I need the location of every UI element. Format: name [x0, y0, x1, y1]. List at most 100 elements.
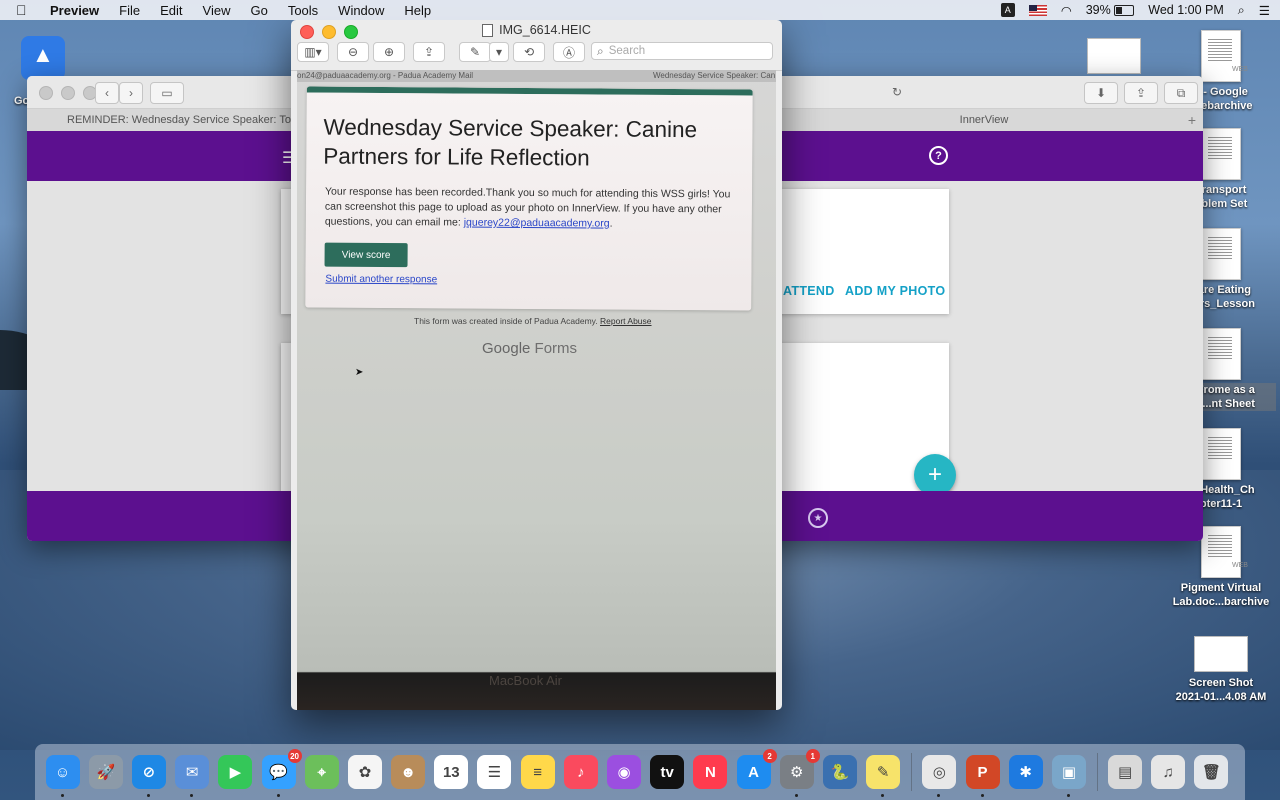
attend-link[interactable]: ATTEND [783, 284, 835, 298]
dock-launchpad-icon[interactable]: 🚀 [88, 755, 123, 789]
battery-status[interactable]: 39% [1086, 3, 1135, 17]
dock-system-preferences-icon[interactable]: ⚙ 1 [779, 749, 820, 797]
dock-messages-icon[interactable]: 💬 20 [261, 749, 302, 797]
star-icon[interactable]: ★ [808, 508, 828, 528]
menu-view[interactable]: View [203, 3, 231, 18]
dock-contacts-icon[interactable]: ☻ [391, 755, 426, 789]
dock-app-store-icon[interactable]: A2 [736, 749, 777, 789]
photo-browser-tabs: on24@paduaacademy.org - Padua Academy Ma… [297, 70, 776, 82]
annotate-button[interactable]: Ⓐ [553, 42, 585, 62]
document-icon [1201, 228, 1241, 280]
dock-app-glyph: 13 [442, 763, 460, 781]
photo-mouse-cursor-icon: ➤ [355, 367, 364, 378]
tabs-overview-button[interactable]: ⧉ [1164, 82, 1198, 104]
dock-preview-icon[interactable]: ▣ [1051, 755, 1086, 797]
dock-reminders-icon[interactable]: ☰ [477, 755, 512, 789]
desktop-file-screenshot[interactable]: Screen Shot 2021-01...4.08 AM [1166, 636, 1276, 704]
dock-podcasts-icon[interactable]: ◉ [607, 755, 642, 789]
add-my-photo-link[interactable]: ADD MY PHOTO [845, 284, 945, 298]
close-button[interactable] [300, 25, 314, 39]
menu-window[interactable]: Window [338, 3, 384, 18]
reload-icon[interactable]: ↻ [782, 82, 902, 102]
sidebar-view-button[interactable]: ▥▾ [297, 42, 329, 62]
share-button[interactable]: ⇪ [413, 42, 445, 62]
dock-app-glyph: ♫ [1162, 763, 1174, 781]
notification-badge: 20 [287, 749, 302, 763]
google-forms-logo: Google Forms [482, 340, 577, 357]
close-button[interactable] [39, 86, 53, 100]
notification-badge: 2 [762, 749, 777, 763]
webarchive-icon: WEB [1201, 526, 1248, 578]
window-controls [39, 86, 97, 100]
minimize-button[interactable] [61, 86, 75, 100]
google-drive-icon[interactable] [21, 36, 65, 80]
dock-calendar-icon[interactable]: 13 [434, 755, 469, 789]
menu-app-name[interactable]: Preview [50, 3, 99, 18]
accessibility-icon[interactable]: A [1000, 3, 1015, 17]
dock-app-glyph: ✉ [185, 764, 199, 781]
dock-app-glyph: 🐍 [830, 764, 850, 781]
form-footer: This form was created inside of Padua Ac… [414, 316, 652, 326]
dock-news-icon[interactable]: N [693, 755, 728, 789]
dock-bluetooth-icon[interactable]: ✱ [1008, 755, 1043, 789]
zoom-out-button[interactable]: ⊖ [337, 42, 369, 62]
dock-stickies-icon[interactable]: ✎ [866, 755, 901, 797]
dock-app-glyph: ⌖ [317, 763, 326, 781]
dock-notes-icon[interactable]: ≡ [520, 755, 555, 789]
help-icon[interactable]: ? [929, 146, 948, 165]
markup-pen-icon[interactable]: ✎ [459, 42, 491, 62]
dock-app-glyph: ✿ [358, 764, 372, 781]
form-title: Wednesday Service Speaker: Canine Partne… [323, 114, 698, 171]
view-score-button: View score [324, 242, 408, 268]
menu-bar:  Preview File Edit View Go Tools Window… [0, 0, 1280, 20]
zoom-button[interactable] [344, 25, 358, 39]
dock-downloads-icon[interactable]: ♫ [1151, 755, 1186, 789]
dock-app-glyph: 💬 [269, 764, 288, 781]
preview-window: IMG_6614.HEIC ▥▾ ⊖ ⊕ ⇪ ✎ ▾ ⟲ Ⓐ ⌕ Search … [291, 20, 782, 710]
dock-app-glyph: ✱ [1019, 764, 1032, 781]
menu-tools[interactable]: Tools [288, 3, 318, 18]
new-tab-icon[interactable]: + [1181, 109, 1203, 131]
apple-menu-icon[interactable]:  [16, 2, 32, 18]
dock-app-glyph: N [704, 763, 716, 781]
search-input[interactable]: ⌕ Search [591, 42, 773, 60]
spotlight-icon[interactable]: ⌕ [1238, 3, 1245, 18]
add-fab-button[interactable]: + [914, 454, 956, 496]
minimize-button[interactable] [322, 25, 336, 39]
menu-help[interactable]: Help [404, 3, 431, 18]
dock-mail-icon[interactable]: ✉ [175, 755, 210, 797]
menu-file[interactable]: File [119, 3, 140, 18]
photo-tab-right: Wednesday Service Speaker: Can [653, 71, 776, 80]
dock-facetime-icon[interactable]: ▶ [218, 755, 253, 789]
search-icon: ⌕ [597, 43, 604, 58]
email-link: jquerey22@paduaacademy.org [463, 216, 610, 230]
dock-music-icon[interactable]: ♪ [563, 755, 598, 789]
dock-python-launcher-icon[interactable]: 🐍 [822, 755, 857, 789]
dock-maps-icon[interactable]: ⌖ [304, 755, 339, 789]
input-source-flag-icon[interactable] [1028, 4, 1047, 16]
menu-clock[interactable]: Wed 1:00 PM [1148, 3, 1224, 17]
dock-finder-icon[interactable]: ☺ [45, 755, 80, 797]
dock-trash-icon[interactable]: 🗑 [1194, 755, 1229, 789]
wifi-icon[interactable]: ◠ [1061, 3, 1072, 18]
markup-dropdown-icon[interactable]: ▾ [489, 42, 509, 62]
zoom-in-button[interactable]: ⊕ [373, 42, 405, 62]
downloads-button[interactable]: ⬇ [1084, 82, 1118, 104]
dock-safari-icon[interactable]: ⊘ [131, 755, 166, 797]
share-button[interactable]: ⇪ [1124, 82, 1158, 104]
file-icon [482, 23, 494, 37]
dock-chrome-icon[interactable]: ◎ [922, 755, 957, 797]
dock-documents-icon[interactable]: ▤ [1108, 755, 1143, 789]
search-placeholder: Search [608, 45, 646, 57]
back-button[interactable]: ‹ [95, 82, 119, 104]
menu-edit[interactable]: Edit [160, 3, 182, 18]
forward-button[interactable]: › [119, 82, 143, 104]
sidebar-toggle-button[interactable]: ▭ [150, 82, 184, 104]
dock-tv-icon[interactable]: tv [650, 755, 685, 789]
menu-go[interactable]: Go [250, 3, 267, 18]
dock-powerpoint-icon[interactable]: P [965, 755, 1000, 797]
notification-center-icon[interactable]: ☰ [1259, 3, 1270, 18]
rotate-button[interactable]: ⟲ [513, 42, 545, 62]
desktop-screenshot-thumb[interactable] [1086, 38, 1142, 78]
dock-photos-icon[interactable]: ✿ [347, 755, 382, 789]
